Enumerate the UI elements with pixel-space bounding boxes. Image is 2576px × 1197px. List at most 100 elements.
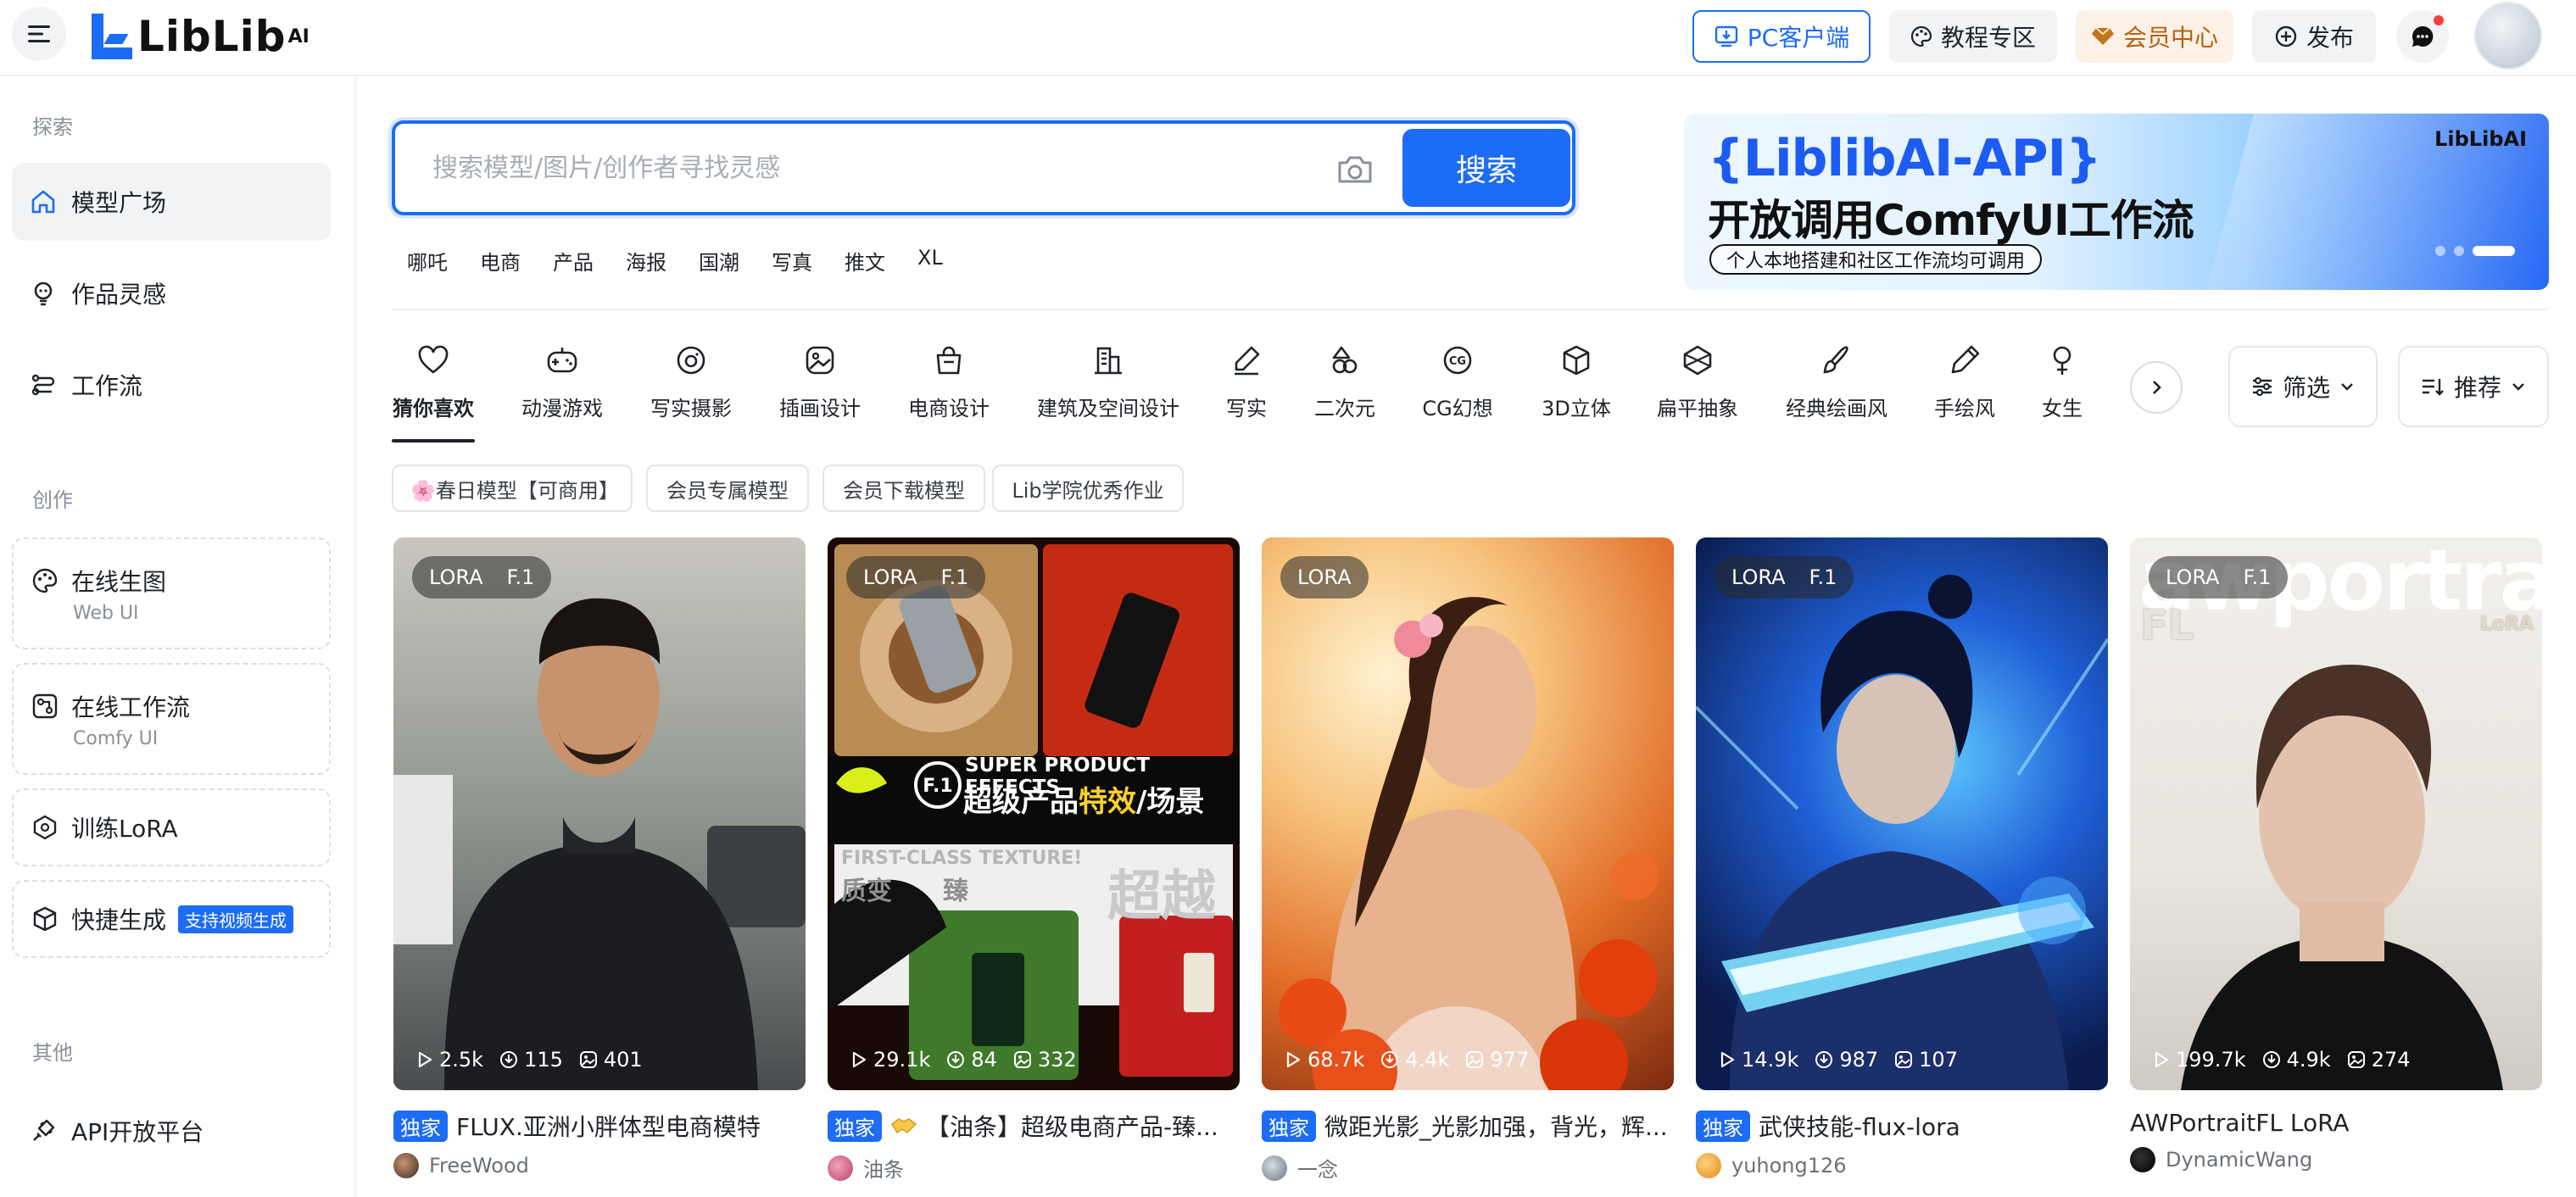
filter-chip[interactable]: 🌸春日模型【可商用】 <box>392 465 633 512</box>
search-button[interactable]: 搜索 <box>1402 129 1570 207</box>
model-title-row[interactable]: AWPortraitFL LoRA <box>2130 1109 2542 1137</box>
model-card[interactable]: F.1 SUPER PRODUCT EFFECTS 超级产品特效/场景 FIRS… <box>828 537 1240 1183</box>
category-tab-hand-drawn[interactable]: 手绘风 <box>1932 341 1998 421</box>
category-tab-guess[interactable]: 猜你喜欢 <box>392 341 475 421</box>
image-icon <box>2347 1051 2365 1068</box>
model-title-row[interactable]: 独家 FLUX.亚洲小胖体型电商模特 <box>393 1109 806 1143</box>
model-author[interactable]: 油条 <box>828 1153 1240 1183</box>
sidebar-item-comfy-ui[interactable]: 在线工作流 Comfy UI <box>12 663 331 775</box>
plus-circle-icon <box>2275 25 2297 47</box>
tutorials-button[interactable]: 教程专区 <box>1889 10 2057 63</box>
category-tab-2d[interactable]: 二次元 <box>1311 341 1379 421</box>
art-text-line4: 质变 臻 <box>841 870 968 907</box>
author-avatar <box>1696 1153 1721 1178</box>
model-thumbnail[interactable]: awportrait FL LoRA LORA F.1 199.7k 4.9k … <box>2130 537 2542 1090</box>
category-tab-cg-fantasy[interactable]: CG CG幻想 <box>1418 341 1497 421</box>
female-symbol-icon <box>2043 341 2082 380</box>
category-tab-classic-painting[interactable]: 经典绘画风 <box>1784 341 1889 421</box>
model-author[interactable]: 一念 <box>1262 1153 1674 1183</box>
hot-tag[interactable]: 写真 <box>772 246 812 276</box>
model-author[interactable]: yuhong126 <box>1696 1153 2108 1178</box>
category-label: 女生 <box>2042 397 2083 420</box>
category-next-button[interactable] <box>2130 361 2183 414</box>
sidebar-item-quick-generate[interactable]: 快捷生成 支持视频生成 <box>12 880 331 958</box>
sidebar-item-train-lora[interactable]: 训练LoRA <box>12 788 331 866</box>
model-title-row[interactable]: 独家 微距光影_光影加强，背光，辉... <box>1262 1109 1674 1143</box>
images-count: 401 <box>603 1048 643 1072</box>
category-tab-anime-games[interactable]: 动漫游戏 <box>521 341 604 421</box>
model-title-row[interactable]: 独家 【油条】超级电商产品-臻... <box>828 1109 1240 1143</box>
model-card[interactable]: awportrait FL LoRA LORA F.1 199.7k 4.9k … <box>2130 537 2542 1172</box>
art-text-line2: 超级产品特效/场景 <box>963 778 1204 820</box>
camera-icon[interactable] <box>1335 149 1375 190</box>
category-tab-ecommerce[interactable]: 电商设计 <box>907 341 990 421</box>
category-label: 手绘风 <box>1934 397 1995 420</box>
search-input[interactable] <box>432 142 1280 193</box>
sidebar-item-api-platform[interactable]: API开放平台 <box>12 1092 331 1170</box>
sort-button[interactable]: 推荐 <box>2398 346 2549 427</box>
model-card[interactable]: LORA F.1 2.5k 115 401 独家 FLUX.亚洲小胖体型电商模特… <box>393 537 806 1178</box>
category-tab-3d[interactable]: 3D立体 <box>1538 341 1614 421</box>
plug-icon <box>29 1116 58 1145</box>
model-author[interactable]: FreeWood <box>393 1153 806 1178</box>
category-tab-female[interactable]: 女生 <box>2038 341 2086 421</box>
user-avatar[interactable] <box>2474 2 2542 70</box>
hot-tag[interactable]: 推文 <box>845 246 885 276</box>
hot-tag[interactable]: 哪吒 <box>407 246 448 276</box>
sidebar-item-workflow[interactable]: 工作流 <box>12 346 331 424</box>
category-label: 电商设计 <box>908 397 990 420</box>
model-card[interactable]: LORA F.1 14.9k 987 107 独家 武侠技能-flux-lora… <box>1696 537 2108 1178</box>
art-text-line4-tail: 臻 <box>943 877 968 906</box>
art-text-line3: LoRA <box>2479 614 2534 635</box>
banner-dot-active[interactable] <box>2473 246 2515 256</box>
palette-icon <box>31 566 59 595</box>
menu-button[interactable] <box>12 7 66 61</box>
category-tab-photo[interactable]: 写实摄影 <box>650 341 733 421</box>
filter-chip[interactable]: 会员下载模型 <box>822 465 985 512</box>
pc-client-button[interactable]: PC客户端 <box>1692 10 1871 63</box>
model-thumbnail[interactable]: LORA 68.7k 4.4k 977 <box>1262 537 1674 1090</box>
filter-chip[interactable]: 会员专属模型 <box>646 465 809 512</box>
art-text-line2: FL <box>2140 602 2194 649</box>
sidebar-item-web-ui[interactable]: 在线生图 Web UI <box>12 537 331 649</box>
author-name: FreeWood <box>429 1154 529 1178</box>
banner-dot[interactable] <box>2454 246 2464 256</box>
downloads-count: 987 <box>1839 1048 1879 1072</box>
category-tab-realistic[interactable]: 写实 <box>1221 341 1272 421</box>
messages-button[interactable] <box>2396 10 2449 63</box>
model-title-row[interactable]: 独家 武侠技能-flux-lora <box>1696 1109 2108 1143</box>
art-text-line2-highlight: 特效 <box>1079 785 1136 819</box>
cube-icon <box>1557 341 1596 380</box>
category-tab-flat-abstract[interactable]: 扁平抽象 <box>1653 341 1742 421</box>
hot-tag[interactable]: 电商 <box>480 246 521 276</box>
hot-tag[interactable]: XL <box>917 246 943 276</box>
filter-chip[interactable]: Lib学院优秀作业 <box>992 465 1184 512</box>
hot-tag[interactable]: 国潮 <box>699 246 739 276</box>
heart-icon <box>414 341 453 380</box>
category-label: 写实 <box>1226 397 1267 420</box>
runs-stat: 199.7k <box>2152 1048 2246 1072</box>
publish-button[interactable]: 发布 <box>2252 10 2376 63</box>
hot-tag[interactable]: 产品 <box>553 246 594 276</box>
model-thumbnail[interactable]: F.1 SUPER PRODUCT EFFECTS 超级产品特效/场景 FIRS… <box>828 537 1240 1090</box>
model-card[interactable]: LORA 68.7k 4.4k 977 独家 微距光影_光影加强，背光，辉...… <box>1262 537 1674 1183</box>
model-badges: LORA F.1 <box>412 556 552 598</box>
model-author[interactable]: DynamicWang <box>2130 1147 2542 1172</box>
model-thumbnail[interactable]: LORA F.1 14.9k 987 107 <box>1696 537 2108 1090</box>
base-model-badge: F.1 <box>1809 565 1837 589</box>
sidebar-item-inspiration[interactable]: 作品灵感 <box>12 254 331 332</box>
model-thumbnail[interactable]: LORA F.1 2.5k 115 401 <box>393 537 806 1090</box>
base-model-badge: F.1 <box>940 565 969 589</box>
category-tab-illustration[interactable]: 插画设计 <box>778 341 861 421</box>
sidebar-item-model-square[interactable]: 模型广场 <box>12 163 331 241</box>
vip-center-button[interactable]: 会员中心 <box>2076 10 2233 63</box>
filter-button[interactable]: 筛选 <box>2228 346 2378 427</box>
downloads-stat: 987 <box>1814 1048 1878 1072</box>
hot-tag[interactable]: 海报 <box>626 246 666 276</box>
runs-stat: 14.9k <box>1718 1048 1798 1072</box>
api-promo-banner[interactable]: {LiblibAI-API} 开放调用ComfyUI工作流 个人本地搭建和社区工… <box>1684 114 2549 290</box>
sort-icon <box>2422 379 2444 396</box>
category-tab-architecture[interactable]: 建筑及空间设计 <box>1036 341 1180 421</box>
banner-dot[interactable] <box>2435 246 2445 256</box>
liblib-logo[interactable]: LibLib AI <box>92 12 309 61</box>
